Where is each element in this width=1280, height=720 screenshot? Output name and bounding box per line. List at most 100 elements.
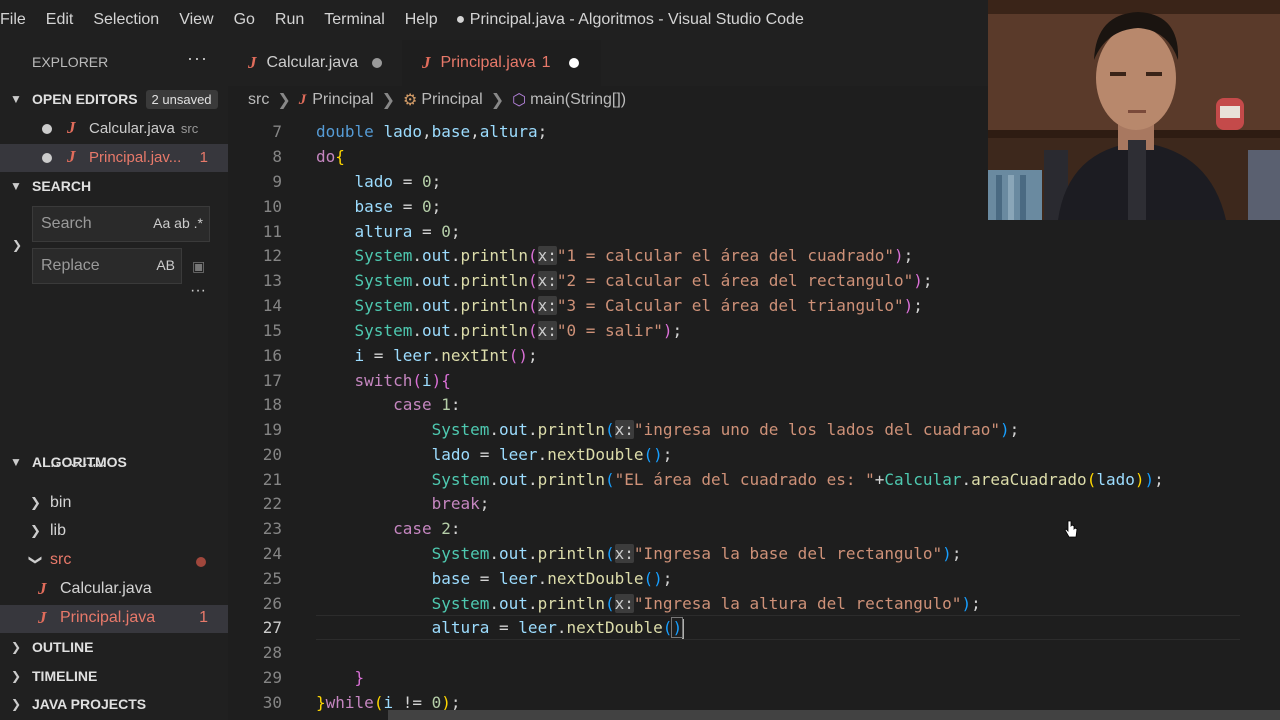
code-line[interactable]: System.out.println(x:"1 = calcular el ár…	[316, 243, 913, 268]
menu-edit[interactable]: Edit	[36, 11, 84, 29]
code-line[interactable]: i = leer.nextInt();	[316, 343, 538, 368]
search-options-icons[interactable]: Aa ab .*	[153, 215, 203, 231]
folder-name: src	[50, 551, 72, 568]
code-line[interactable]: }	[316, 665, 365, 690]
modified-dot-icon	[196, 557, 206, 567]
java-projects-title: JAVA PROJECTS	[32, 696, 147, 712]
line-number: 8	[272, 147, 282, 166]
preserve-case-icon[interactable]: AB	[156, 257, 175, 273]
code-line[interactable]: case 1:	[316, 392, 460, 417]
line-number: 11	[262, 222, 282, 241]
folder-name: lib	[50, 522, 67, 539]
tree-folder-src[interactable]: ❯ src	[0, 547, 228, 575]
code-line[interactable]: System.out.println(x:"0 = salir");	[316, 318, 682, 343]
code-line-current[interactable]: altura = leer.nextDouble()	[316, 615, 685, 640]
code-line[interactable]: System.out.println(x:"Ingresa la base de…	[316, 541, 961, 566]
tree-file-calcular[interactable]: J Calcular.java	[0, 576, 228, 604]
toggle-replace-chevron-icon[interactable]: ❯	[12, 238, 22, 252]
menu-selection[interactable]: Selection	[83, 11, 169, 29]
menu-terminal[interactable]: Terminal	[314, 11, 394, 29]
replace-input[interactable]: Replace AB	[32, 248, 182, 284]
menu-go[interactable]: Go	[224, 11, 265, 29]
mouse-pointer-icon	[1064, 520, 1078, 538]
code-line[interactable]: System.out.println(x:"Ingresa la altura …	[316, 591, 981, 616]
code-line[interactable]: double lado,base,altura;	[316, 119, 547, 144]
open-editor-principal[interactable]: J Principal.jav... 1	[0, 144, 228, 172]
line-number: 22	[262, 494, 282, 513]
string-literal: "3 = Calcular el área del triangulo"	[556, 296, 904, 315]
unsaved-dot-icon[interactable]	[568, 58, 579, 68]
text-cursor	[682, 618, 685, 639]
unsaved-dot-icon[interactable]	[42, 124, 52, 134]
line-number: 19	[262, 420, 282, 439]
explorer-more-icon[interactable]: ···	[187, 48, 208, 69]
code-line[interactable]: base = 0;	[316, 194, 442, 219]
line-number: 9	[272, 172, 282, 191]
open-editor-name: Calcular.java	[89, 120, 175, 137]
tree-folder-vscode[interactable]: .vscode	[0, 464, 228, 484]
string-literal: "ingresa uno de los lados del cuadrao"	[633, 420, 1000, 439]
editor-tabs: J Calcular.java J Principal.java 1	[228, 40, 988, 86]
parameter-hint: x:	[614, 420, 634, 439]
string-literal: "EL área del cuadrado es: "	[614, 470, 875, 489]
outline-section[interactable]: ❯ OUTLINE	[0, 633, 228, 661]
tab-principal[interactable]: J Principal.java 1	[402, 40, 601, 86]
code-line[interactable]: break;	[316, 491, 490, 516]
line-number: 18	[262, 395, 282, 414]
code-line[interactable]: lado = 0;	[316, 169, 442, 194]
breadcrumb-file[interactable]: Principal	[312, 91, 373, 109]
chevron-down-icon: ▼	[10, 92, 22, 106]
method-icon: ⬡	[512, 92, 527, 109]
breadcrumb-method[interactable]: main(String[])	[530, 91, 626, 109]
chevron-right-icon: ❯	[277, 92, 291, 109]
tree-folder-lib[interactable]: ❯ lib	[0, 518, 228, 546]
unsaved-dot-icon[interactable]	[372, 58, 383, 68]
breadcrumb-class[interactable]: Principal	[421, 91, 482, 109]
open-editors-section[interactable]: ▼ OPEN EDITORS 2 unsaved	[0, 85, 228, 113]
code-line[interactable]: lado = leer.nextDouble();	[316, 442, 673, 467]
tab-label: Calcular.java	[266, 54, 359, 71]
code-line[interactable]: base = leer.nextDouble();	[316, 566, 673, 591]
tab-calcular[interactable]: J Calcular.java	[248, 40, 383, 86]
chevron-right-icon: ❯	[30, 495, 41, 510]
code-line[interactable]: System.out.println(x:"3 = Calcular el ár…	[316, 293, 923, 318]
line-number: 20	[262, 445, 282, 464]
code-line[interactable]	[316, 640, 326, 665]
menu-view[interactable]: View	[169, 11, 223, 29]
code-line[interactable]: System.out.println(x:"2 = calcular el ár…	[316, 268, 933, 293]
menu-run[interactable]: Run	[265, 11, 314, 29]
search-placeholder: Search	[41, 215, 92, 232]
java-projects-section[interactable]: ❯ JAVA PROJECTS	[0, 690, 228, 718]
string-literal: "2 = calcular el área del rectangulo"	[556, 271, 914, 290]
line-number: 21	[262, 470, 282, 489]
code-line[interactable]: case 2:	[316, 516, 460, 541]
code-line[interactable]: switch(i){	[316, 368, 451, 393]
unsaved-dot-icon[interactable]	[42, 153, 52, 163]
folder-name: bin	[50, 494, 72, 511]
breadcrumb-src[interactable]: src	[248, 91, 269, 109]
search-more-icon[interactable]: ···	[190, 282, 206, 300]
file-name: Calcular.java	[60, 580, 152, 597]
line-number: 15	[262, 321, 282, 340]
tree-folder-bin[interactable]: ❯ bin	[0, 490, 228, 518]
replace-all-icon[interactable]: ▣	[192, 258, 205, 275]
code-line[interactable]: do{	[316, 144, 345, 169]
search-section[interactable]: ▼ SEARCH	[0, 172, 228, 200]
java-file-icon: J	[38, 608, 47, 627]
line-number: 30	[262, 693, 282, 712]
search-title: SEARCH	[32, 178, 92, 194]
code-line[interactable]: System.out.println(x:"ingresa uno de los…	[316, 417, 1019, 442]
line-number: 13	[262, 271, 282, 290]
tree-file-principal[interactable]: J Principal.java 1	[0, 605, 228, 633]
folder-name: .vscode	[50, 464, 105, 472]
webcam-overlay	[988, 0, 1280, 220]
code-line[interactable]: altura = 0;	[316, 219, 461, 244]
code-line[interactable]: System.out.println("EL área del cuadrado…	[316, 467, 1164, 492]
menu-help[interactable]: Help	[395, 11, 448, 29]
class-icon: ⚙	[403, 92, 418, 109]
horizontal-scrollbar[interactable]	[388, 710, 1280, 720]
timeline-section[interactable]: ❯ TIMELINE	[0, 662, 228, 690]
open-editor-calcular[interactable]: J Calcular.java src	[0, 115, 228, 143]
search-input[interactable]: Search Aa ab .*	[32, 206, 210, 242]
menu-file[interactable]: File	[0, 11, 36, 29]
